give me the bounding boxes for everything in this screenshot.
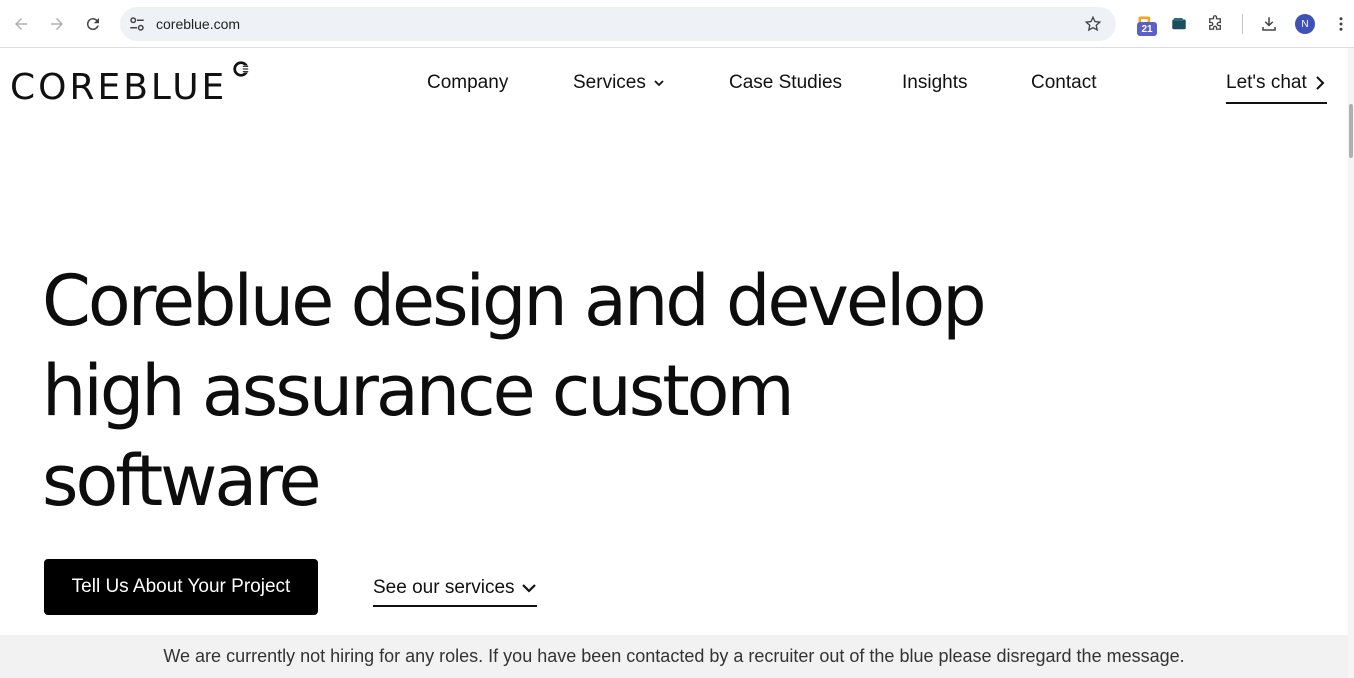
nav-services[interactable]: Services (573, 72, 665, 94)
extension-wallet[interactable] (1167, 12, 1191, 36)
bookmark-star-icon[interactable] (1084, 15, 1102, 33)
nav-case-studies[interactable]: Case Studies (729, 72, 842, 94)
tell-us-about-project-button[interactable]: Tell Us About Your Project (44, 559, 318, 615)
browser-toolbar: coreblue.com 21 N (0, 0, 1354, 48)
downloads-button[interactable] (1257, 12, 1281, 36)
download-icon (1262, 17, 1276, 31)
reload-icon (86, 18, 99, 31)
arrow-left-icon (15, 18, 27, 30)
wallet-extension-icon (1172, 18, 1186, 30)
reload-button[interactable] (81, 12, 105, 36)
see-our-services-label: See our services (373, 577, 515, 598)
scrollbar-thumb[interactable] (1349, 104, 1353, 158)
browser-menu-button[interactable] (1329, 12, 1353, 36)
arrow-right-icon (51, 18, 63, 30)
lets-chat-label: Let's chat (1226, 72, 1307, 93)
url-text[interactable]: coreblue.com (156, 16, 240, 32)
site-info-icon[interactable] (128, 15, 146, 33)
hiring-notice-bar: We are currently not hiring for any role… (0, 635, 1348, 678)
forward-button[interactable] (45, 12, 69, 36)
extension-badge: 21 (1137, 22, 1157, 36)
more-vertical-icon (1339, 17, 1343, 31)
hero-title: Coreblue design and develop high assuran… (42, 260, 987, 522)
chevron-right-icon (1316, 76, 1325, 90)
toolbar-divider (1242, 14, 1243, 34)
extensions-button[interactable] (1203, 12, 1227, 36)
profile-avatar[interactable]: N (1295, 14, 1315, 34)
nav-contact[interactable]: Contact (1031, 72, 1096, 94)
lets-chat-link[interactable]: Let's chat (1226, 72, 1327, 104)
nav-insights[interactable]: Insights (902, 72, 967, 94)
nav-services-label: Services (573, 72, 646, 93)
chevron-down-icon (521, 584, 536, 593)
page-scrollbar[interactable] (1348, 48, 1354, 678)
nav-company[interactable]: Company (427, 72, 508, 94)
address-bar[interactable]: coreblue.com (120, 7, 1116, 41)
hiring-notice-text: We are currently not hiring for any role… (163, 646, 1185, 666)
back-button[interactable] (9, 12, 33, 36)
logo-mark-icon (233, 61, 250, 77)
puzzle-icon (1209, 15, 1221, 30)
logo-wordmark: COREBLUE (10, 67, 228, 108)
site-logo[interactable]: COREBLUE (10, 60, 250, 108)
see-our-services-link[interactable]: See our services (373, 577, 537, 607)
chevron-down-icon (654, 80, 664, 87)
